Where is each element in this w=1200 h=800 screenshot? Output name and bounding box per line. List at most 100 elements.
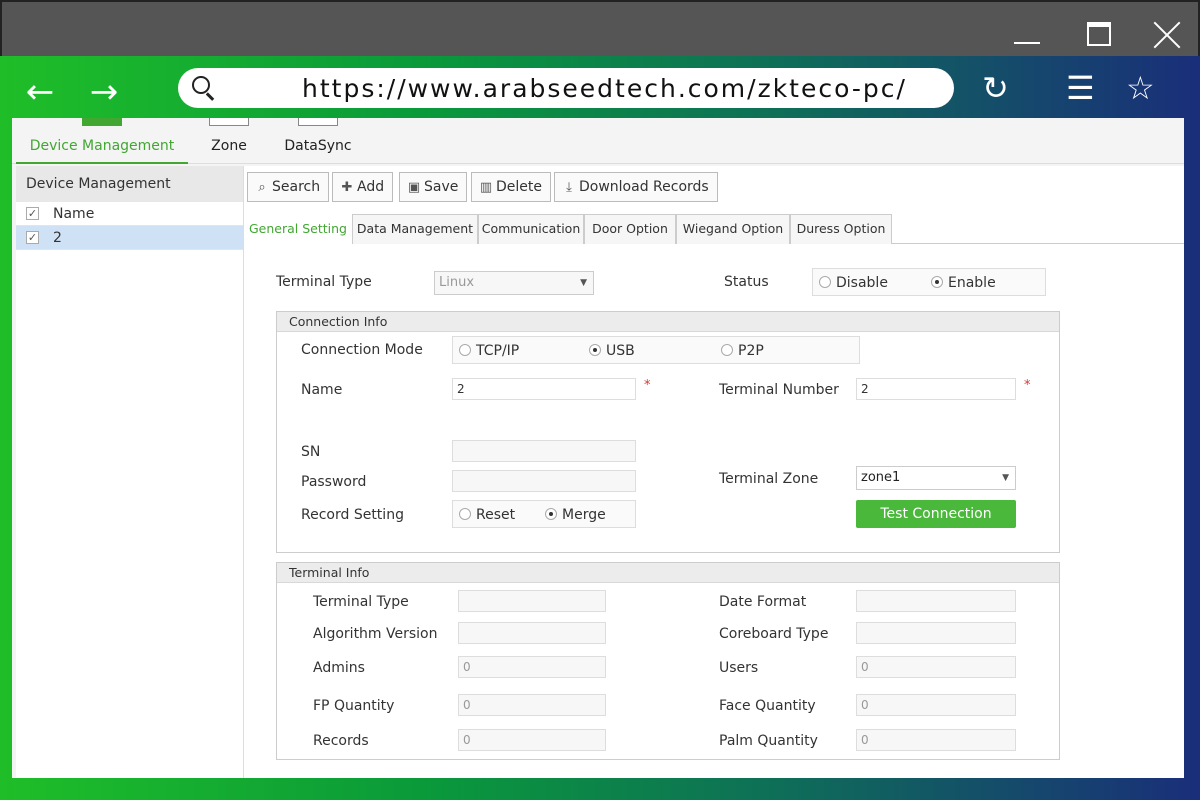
browser-frame: ← → https://www.arabseedtech.com/zkteco-… xyxy=(0,56,1200,800)
download-icon: ⤓ xyxy=(566,180,572,195)
save-button[interactable]: ▣ Save xyxy=(399,172,468,202)
radio-icon xyxy=(721,344,733,356)
password-label: Password xyxy=(301,474,367,490)
radio-label: P2P xyxy=(738,343,764,359)
algorithm-version-label: Algorithm Version xyxy=(313,626,438,642)
tab-wiegand-option[interactable]: Wiegand Option xyxy=(676,214,790,244)
radio-icon xyxy=(459,508,471,520)
minimize-icon[interactable] xyxy=(1014,42,1040,44)
record-reset-radio[interactable]: Reset xyxy=(459,507,515,523)
record-setting-label: Record Setting xyxy=(301,507,404,523)
radio-icon xyxy=(459,344,471,356)
terminal-zone-value: zone1 xyxy=(861,470,901,485)
tab-duress-option[interactable]: Duress Option xyxy=(790,214,892,244)
datasync-icon xyxy=(298,118,338,126)
radio-selected-icon xyxy=(589,344,601,356)
test-connection-button[interactable]: Test Connection xyxy=(856,500,1016,528)
users-label: Users xyxy=(719,660,759,676)
chevron-down-icon: ▼ xyxy=(580,278,587,288)
mode-tcpip-radio[interactable]: TCP/IP xyxy=(459,343,519,359)
close-icon[interactable] xyxy=(1152,20,1182,50)
password-field[interactable] xyxy=(452,470,636,492)
radio-selected-icon xyxy=(931,276,943,288)
group-title: Connection Info xyxy=(277,312,1059,332)
radio-label: Enable xyxy=(948,275,996,291)
algorithm-version-field xyxy=(458,622,606,644)
fp-quantity-field: 0 xyxy=(458,694,606,716)
record-merge-radio[interactable]: Merge xyxy=(545,507,606,523)
status-enable-radio[interactable]: Enable xyxy=(931,275,996,291)
back-arrow-icon[interactable]: ← xyxy=(20,74,60,110)
module-label: Device Management xyxy=(29,138,175,154)
module-zone[interactable]: Zone xyxy=(204,118,254,164)
device-tree-panel: Device Management ✓ Name ✓ 2 xyxy=(16,166,244,778)
palm-quantity-field: 0 xyxy=(856,729,1016,751)
delete-button[interactable]: ▥ Delete xyxy=(471,172,551,202)
refresh-icon[interactable]: ↻ xyxy=(982,72,1009,104)
required-mark: * xyxy=(644,378,651,393)
search-icon: ⌕ xyxy=(258,180,266,195)
delete-label: Delete xyxy=(496,179,542,195)
date-format-label: Date Format xyxy=(719,594,807,610)
search-label: Search xyxy=(272,179,321,195)
sn-label: SN xyxy=(301,444,321,460)
checkbox-icon[interactable]: ✓ xyxy=(26,231,39,244)
module-datasync[interactable]: DataSync xyxy=(282,118,354,164)
record-setting-radio-group: Reset Merge xyxy=(452,500,636,528)
admins-label: Admins xyxy=(313,660,365,676)
settings-tabs: General Setting Data Management Communic… xyxy=(244,214,1184,244)
bookmark-star-icon[interactable]: ☆ xyxy=(1126,72,1155,104)
forward-arrow-icon[interactable]: → xyxy=(84,74,124,110)
list-header[interactable]: ✓ Name xyxy=(16,202,243,226)
records-label: Records xyxy=(313,733,369,749)
coreboard-type-field xyxy=(856,622,1016,644)
palm-quantity-label: Palm Quantity xyxy=(719,733,818,749)
date-format-field xyxy=(856,590,1016,612)
search-button[interactable]: ⌕ Search xyxy=(247,172,330,202)
terminal-zone-label: Terminal Zone xyxy=(719,471,819,487)
mode-usb-radio[interactable]: USB xyxy=(589,343,635,359)
save-label: Save xyxy=(424,179,459,195)
terminal-zone-select[interactable]: zone1 ▼ xyxy=(856,466,1016,490)
tab-data-management[interactable]: Data Management xyxy=(352,214,478,244)
name-field[interactable]: 2 xyxy=(452,378,636,400)
terminal-type-label: Terminal Type xyxy=(276,274,372,290)
connection-mode-label: Connection Mode xyxy=(301,342,423,358)
tab-communication[interactable]: Communication xyxy=(478,214,584,244)
terminal-type-select[interactable]: Linux ▼ xyxy=(434,271,594,295)
records-field: 0 xyxy=(458,729,606,751)
terminal-number-field[interactable]: 2 xyxy=(856,378,1016,400)
chevron-down-icon: ▼ xyxy=(1002,473,1009,483)
add-label: Add xyxy=(357,179,385,195)
radio-selected-icon xyxy=(545,508,557,520)
sn-field[interactable] xyxy=(452,440,636,462)
required-mark: * xyxy=(1024,378,1031,393)
checkbox-icon[interactable]: ✓ xyxy=(26,207,39,220)
tab-general-setting[interactable]: General Setting xyxy=(244,214,352,244)
module-device-management[interactable]: Device Management xyxy=(16,118,188,164)
download-records-button[interactable]: ⤓ Download Records xyxy=(554,172,718,202)
add-button[interactable]: ✚ Add xyxy=(332,172,394,202)
device-icon xyxy=(82,118,122,126)
panel-title: Device Management xyxy=(16,166,243,202)
device-settings-panel: ⌕ Search ✚ Add ▣ Save ▥ Delete ⤓ Download Rec… xyxy=(244,166,1184,778)
radio-label: Disable xyxy=(836,275,888,291)
name-label: Name xyxy=(301,382,343,398)
radio-label: Merge xyxy=(562,507,606,523)
download-label: Download Records xyxy=(579,179,709,195)
status-disable-radio[interactable]: Disable xyxy=(819,275,888,291)
list-item[interactable]: ✓ 2 xyxy=(16,226,243,250)
tab-door-option[interactable]: Door Option xyxy=(584,214,676,244)
app-window: Device Management Zone DataSync Device M… xyxy=(12,118,1184,778)
url-text[interactable]: https://www.arabseedtech.com/zkteco-pc/ xyxy=(302,74,907,103)
mode-p2p-radio[interactable]: P2P xyxy=(721,343,764,359)
menu-icon[interactable]: ☰ xyxy=(1066,72,1095,104)
terminal-number-label: Terminal Number xyxy=(719,382,839,398)
group-title: Terminal Info xyxy=(277,563,1059,583)
users-field: 0 xyxy=(856,656,1016,678)
window-titlebar xyxy=(0,0,1200,58)
address-bar[interactable]: https://www.arabseedtech.com/zkteco-pc/ xyxy=(178,68,954,108)
maximize-icon[interactable] xyxy=(1087,22,1111,46)
info-terminal-type-label: Terminal Type xyxy=(313,594,409,610)
status-label: Status xyxy=(724,274,769,290)
